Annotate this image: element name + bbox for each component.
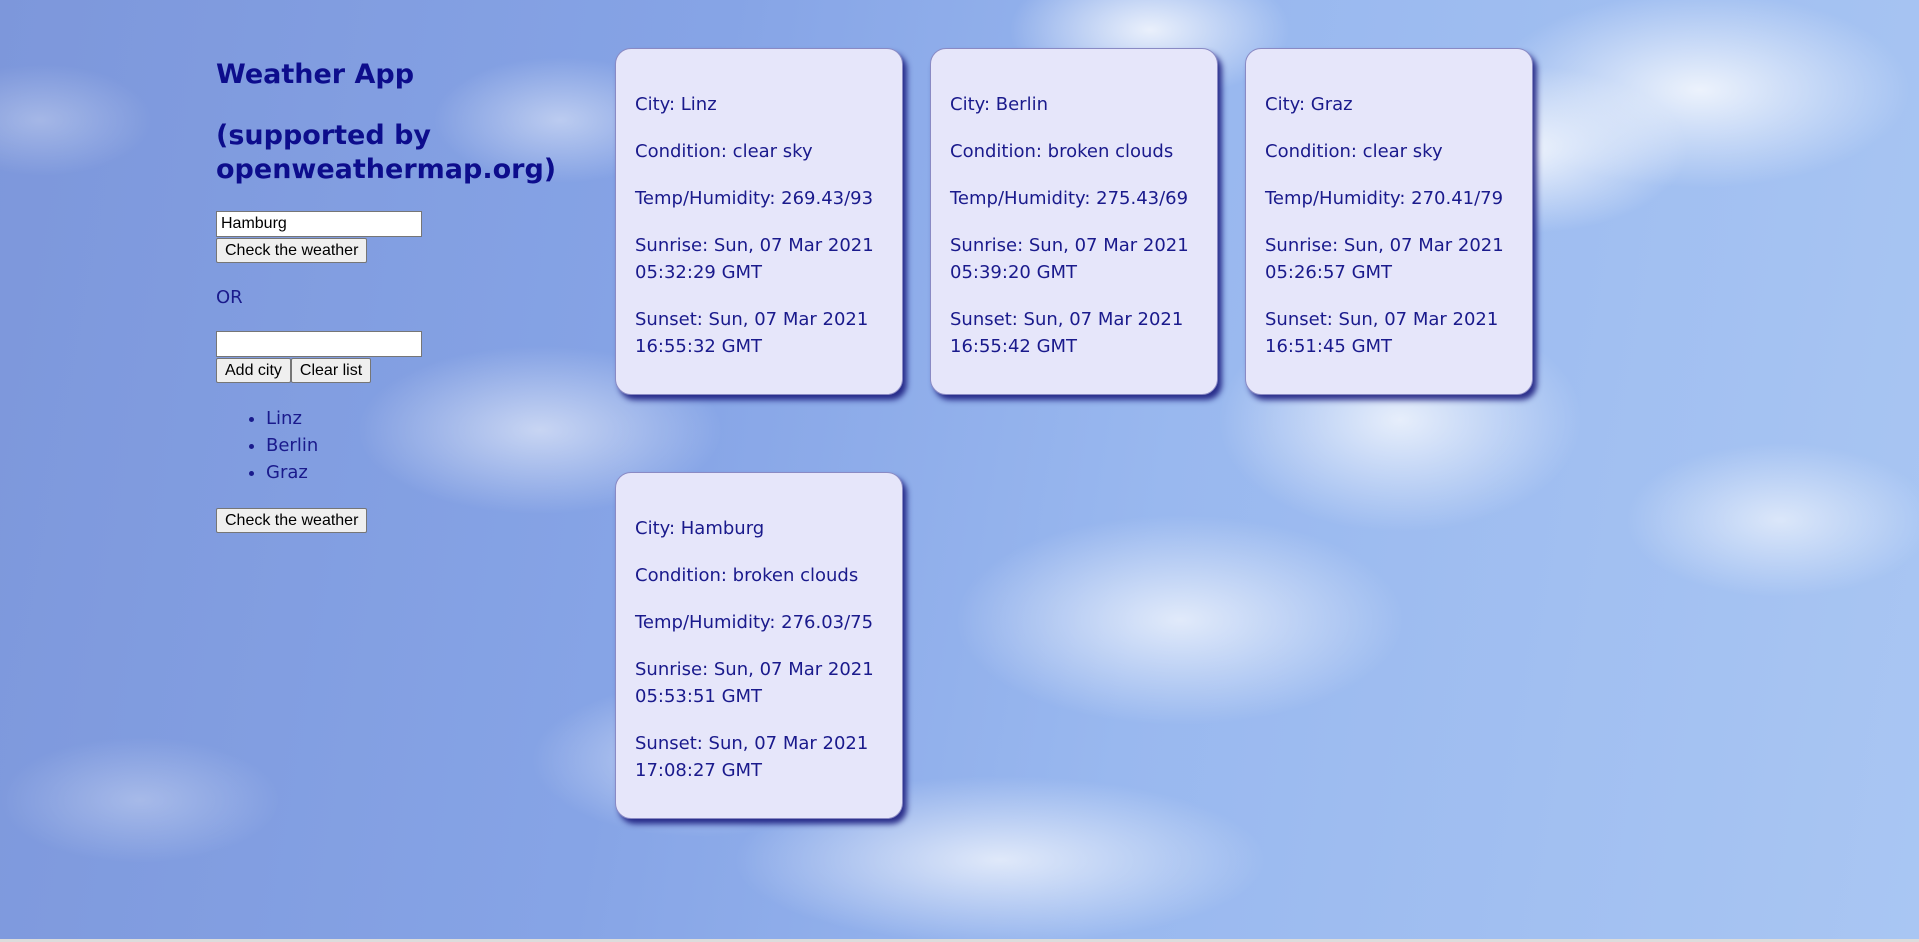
- check-weather-list-button[interactable]: Check the weather: [216, 508, 368, 533]
- list-actions: Add city Clear list: [216, 358, 546, 383]
- weather-card-berlin: City: Berlin Condition: broken clouds Te…: [930, 48, 1218, 395]
- list-item-berlin: Berlin: [266, 432, 546, 459]
- card-temp-humidity: Temp/Humidity: 270.41/79: [1265, 188, 1504, 209]
- card-condition: Condition: broken clouds: [950, 141, 1174, 162]
- add-city-input[interactable]: [216, 331, 422, 357]
- card-sunrise: Sunrise: Sun, 07 Mar 2021 05:32:29 GMT: [635, 235, 874, 283]
- card-condition: Condition: clear sky: [635, 141, 813, 162]
- card-sunset: Sunset: Sun, 07 Mar 2021 16:51:45 GMT: [1265, 309, 1499, 357]
- card-sunset: Sunset: Sun, 07 Mar 2021 16:55:32 GMT: [635, 309, 869, 357]
- card-temp-humidity: Temp/Humidity: 276.03/75: [635, 612, 874, 633]
- single-city-form: Check the weather: [216, 211, 546, 263]
- card-sunset: Sunset: Sun, 07 Mar 2021 16:55:42 GMT: [950, 309, 1184, 357]
- card-sunrise: Sunrise: Sun, 07 Mar 2021 05:26:57 GMT: [1265, 235, 1504, 283]
- or-separator-label: OR: [216, 287, 243, 308]
- card-city: City: Berlin: [950, 94, 1048, 115]
- card-sunset: Sunset: Sun, 07 Mar 2021 17:08:27 GMT: [635, 733, 869, 781]
- check-weather-button[interactable]: Check the weather: [216, 238, 368, 263]
- card-temp-humidity: Temp/Humidity: 275.43/69: [950, 188, 1189, 209]
- card-city: City: Linz: [635, 94, 717, 115]
- multi-city-form: Add cityClear list Linz Berlin Graz Chec…: [216, 331, 546, 533]
- city-list: Linz Berlin Graz: [216, 405, 546, 486]
- app-title: Weather App: [216, 59, 415, 90]
- weather-card-hamburg: City: Hamburg Condition: broken clouds T…: [615, 472, 903, 819]
- card-condition: Condition: clear sky: [1265, 141, 1443, 162]
- card-sunrise: Sunrise: Sun, 07 Mar 2021 05:39:20 GMT: [950, 235, 1189, 283]
- list-item-linz: Linz: [266, 405, 546, 432]
- city-search-input[interactable]: [216, 211, 422, 237]
- add-city-button[interactable]: Add city: [216, 358, 291, 383]
- card-condition: Condition: broken clouds: [635, 565, 859, 586]
- list-item-graz: Graz: [266, 459, 546, 486]
- card-city: City: Graz: [1265, 94, 1353, 115]
- sidebar-panel: Weather App (supported by openweathermap…: [216, 58, 557, 533]
- app-subtitle: (supported by openweathermap.org): [216, 120, 557, 185]
- card-city: City: Hamburg: [635, 518, 765, 539]
- card-sunrise: Sunrise: Sun, 07 Mar 2021 05:53:51 GMT: [635, 659, 874, 707]
- weather-card-linz: City: Linz Condition: clear sky Temp/Hum…: [615, 48, 903, 395]
- card-temp-humidity: Temp/Humidity: 269.43/93: [635, 188, 874, 209]
- clear-list-button[interactable]: Clear list: [290, 358, 372, 383]
- weather-card-graz: City: Graz Condition: clear sky Temp/Hum…: [1245, 48, 1533, 395]
